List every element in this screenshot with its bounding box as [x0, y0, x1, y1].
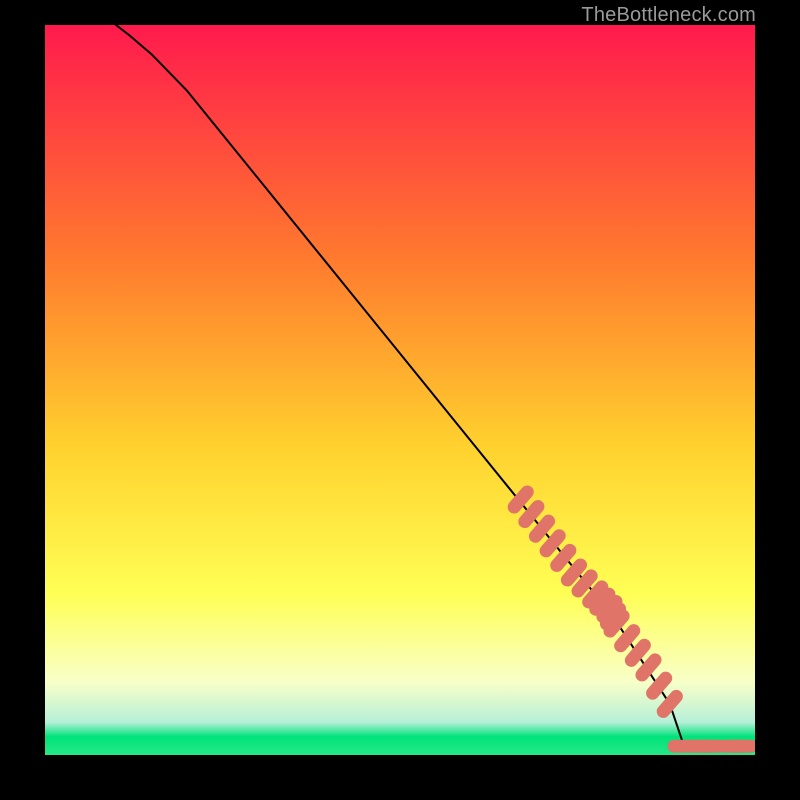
- attribution-label: TheBottleneck.com: [581, 4, 756, 27]
- chart-stage: TheBottleneck.com: [0, 0, 800, 800]
- chart-svg: [45, 25, 755, 755]
- plot-area: [45, 25, 755, 755]
